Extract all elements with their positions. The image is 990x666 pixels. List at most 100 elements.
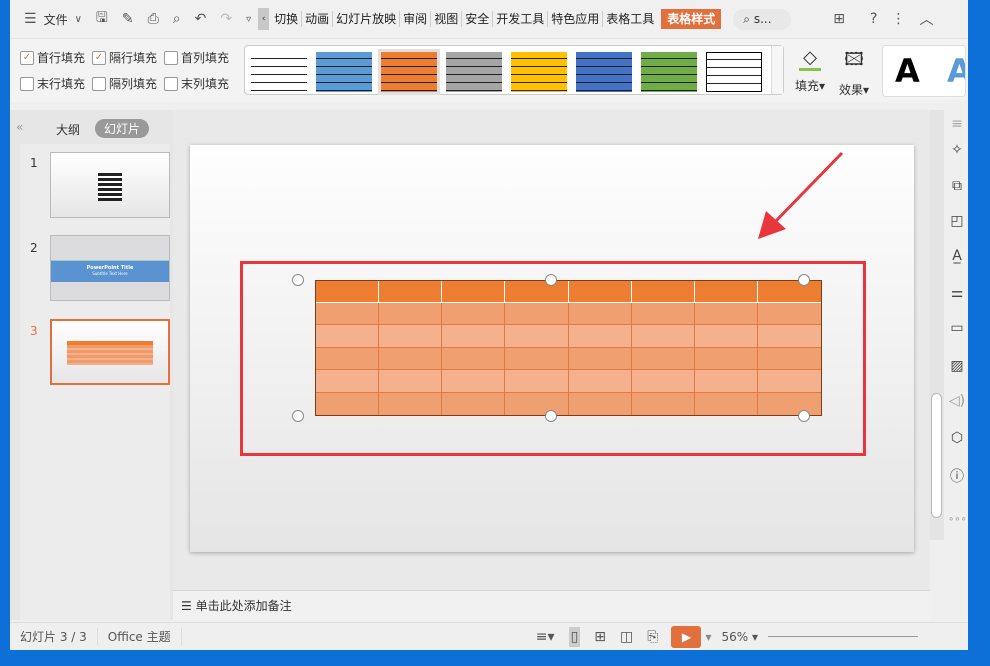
print-icon[interactable]: ⎙ xyxy=(148,11,159,27)
tab-security[interactable]: 安全 xyxy=(462,11,494,27)
tab-review[interactable]: 审阅 xyxy=(400,11,432,27)
annotation-arrow xyxy=(758,151,844,239)
ribbon: ✓ 首行填充 ✓ 隔行填充 首列填充 末行填充 隔列填充 末列填充 ◇ 填充▾ 🖾 … xyxy=(10,38,968,102)
tab-table-style[interactable]: 表格样式 xyxy=(661,9,722,29)
text-style-gallery[interactable]: A A xyxy=(882,45,966,97)
effect-button[interactable]: 🖾 效果▾ xyxy=(836,47,872,98)
label: 首列填充 xyxy=(181,51,230,65)
undo-icon[interactable]: ↶ xyxy=(195,11,207,27)
search-box[interactable]: ⌕ s... xyxy=(733,8,792,30)
table-style-swatch[interactable] xyxy=(641,52,697,92)
format-painter-icon[interactable]: ✎ xyxy=(122,11,134,27)
chevron-down-icon[interactable]: ∨ xyxy=(75,14,82,25)
gallery-scroll[interactable] xyxy=(771,46,783,94)
right-toolbar: ≡ ✧ ⧉ ◰ A̲ ⚌ ▭ ▨ ◁) ⬡ ⓘ ∘∘∘ xyxy=(945,100,968,620)
tab-view[interactable]: 视图 xyxy=(431,11,463,27)
transition-icon[interactable]: ⧉ xyxy=(948,178,966,194)
option-last-row[interactable]: 末行填充 xyxy=(20,75,85,92)
option-first-row[interactable]: ✓ 首行填充 xyxy=(20,49,85,66)
status-bar: 幻灯片 3 / 3 Office 主题 ≡▾ ▯ ⊞ ◫ ⎘ ▶ ▾ 56% ▾ xyxy=(10,622,968,650)
tab-scroll-left[interactable]: ‹ xyxy=(258,8,270,30)
notes-toggle-icon[interactable]: ≡▾ xyxy=(536,629,555,645)
save-icon[interactable]: 🖫 xyxy=(96,7,108,31)
adjust-icon[interactable]: ⚌ xyxy=(948,285,966,301)
checkbox[interactable]: ✓ xyxy=(20,50,34,65)
collapse-ribbon-icon[interactable]: ︿ xyxy=(919,9,933,29)
more-quick-access-icon[interactable]: ▿ xyxy=(246,14,251,25)
thumb-subtitle: Subtitle Text Here xyxy=(92,271,128,276)
label: 隔列填充 xyxy=(109,77,158,91)
tab-slideshow[interactable]: 幻灯片放映 xyxy=(333,11,401,27)
normal-view-icon[interactable]: ▯ xyxy=(568,626,581,647)
slide-thumb-3[interactable] xyxy=(50,319,170,385)
tab-table-tools[interactable]: 表格工具 xyxy=(603,11,657,27)
slide-sorter-icon[interactable]: ⊞ xyxy=(594,629,606,645)
collapse-panel-icon[interactable]: « xyxy=(16,120,23,134)
text-style-black[interactable]: A xyxy=(895,52,920,90)
zoom-level[interactable]: 56% ▾ xyxy=(721,630,758,644)
tab-outline[interactable]: 大纲 xyxy=(56,121,80,138)
table-style-swatch[interactable] xyxy=(316,52,372,92)
reading-view-icon[interactable]: ◫ xyxy=(620,629,633,645)
option-banded-rows[interactable]: ✓ 隔行填充 xyxy=(92,49,157,66)
tab-slides[interactable]: 幻灯片 xyxy=(95,119,150,138)
table-style-swatch[interactable] xyxy=(251,52,307,92)
more-icon[interactable]: ⋮ xyxy=(891,11,905,27)
checkbox[interactable] xyxy=(164,50,178,65)
redo-icon[interactable]: ↷ xyxy=(220,11,232,27)
option-banded-columns[interactable]: 隔列填充 xyxy=(92,75,157,92)
notes-icon: ☰ xyxy=(181,599,192,613)
print-preview-icon[interactable]: ⌕ xyxy=(173,11,181,27)
slide-number: 3 xyxy=(30,324,38,338)
tab-animation[interactable]: 动画 xyxy=(302,11,334,27)
vertical-scrollbar[interactable] xyxy=(930,110,944,540)
fill-icon: ◇ xyxy=(799,47,821,71)
tab-features[interactable]: 特色应用 xyxy=(548,11,604,27)
text-style-blue[interactable]: A xyxy=(947,52,965,90)
help-circle-icon[interactable]: ⓘ xyxy=(948,466,966,486)
theme-name[interactable]: Office 主题 xyxy=(98,628,182,645)
slide-number: 2 xyxy=(30,241,38,255)
label: 末行填充 xyxy=(37,77,86,91)
plugin-icon[interactable]: ⬡ xyxy=(948,430,966,446)
text-style-icon[interactable]: A̲ xyxy=(948,248,966,264)
checkbox[interactable] xyxy=(164,76,178,91)
table-style-swatch[interactable] xyxy=(378,49,440,95)
presenter-icon[interactable]: ⎘ xyxy=(647,629,658,645)
tab-transition[interactable]: 切换 xyxy=(271,11,303,27)
slide-thumb-2[interactable]: PowerPoint Title Subtitle Text Here xyxy=(50,235,170,301)
shapes-icon[interactable]: ◰ xyxy=(948,213,966,229)
collab-icon[interactable]: ⊞ xyxy=(833,11,845,27)
thumbnail-list: 1 2 PowerPoint Title Subtitle Text Here 3 xyxy=(20,144,170,620)
table-style-gallery xyxy=(244,45,784,95)
zoom-slider[interactable] xyxy=(768,636,918,637)
slide-counter: 幻灯片 3 / 3 xyxy=(10,628,98,645)
notes-placeholder: 单击此处添加备注 xyxy=(195,599,292,613)
archive-icon[interactable]: ▭ xyxy=(948,320,966,336)
label: 隔行填充 xyxy=(109,51,158,65)
notes-pane[interactable]: ☰ 单击此处添加备注 xyxy=(173,590,930,620)
table-style-swatch[interactable] xyxy=(446,52,502,92)
tab-developer[interactable]: 开发工具 xyxy=(493,11,549,27)
help-icon[interactable]: ? xyxy=(870,11,877,27)
table-style-swatch[interactable] xyxy=(576,52,632,92)
audio-icon[interactable]: ◁) xyxy=(948,393,966,409)
option-last-column[interactable]: 末列填充 xyxy=(164,75,229,92)
image-icon[interactable]: ▨ xyxy=(948,358,966,374)
fill-label: 填充 xyxy=(794,79,819,93)
play-button[interactable]: ▶ xyxy=(671,625,702,648)
option-first-column[interactable]: 首列填充 xyxy=(164,49,229,66)
table-style-swatch[interactable] xyxy=(706,52,762,92)
hamburger-icon[interactable]: ☰ xyxy=(24,11,37,27)
slide-thumb-1[interactable] xyxy=(50,152,170,218)
fill-button[interactable]: ◇ 填充▾ xyxy=(792,47,828,94)
checkbox[interactable] xyxy=(92,76,106,91)
checkbox[interactable]: ✓ xyxy=(92,50,106,65)
magic-icon[interactable]: ✧ xyxy=(948,142,966,158)
more-icon[interactable]: ∘∘∘ xyxy=(948,514,967,525)
scrollbar-thumb[interactable] xyxy=(931,393,942,518)
checkbox[interactable] xyxy=(20,76,34,91)
table-style-swatch[interactable] xyxy=(511,52,567,92)
file-menu[interactable]: 文件 xyxy=(44,11,68,28)
drag-handle-icon: ≡ xyxy=(951,116,963,132)
